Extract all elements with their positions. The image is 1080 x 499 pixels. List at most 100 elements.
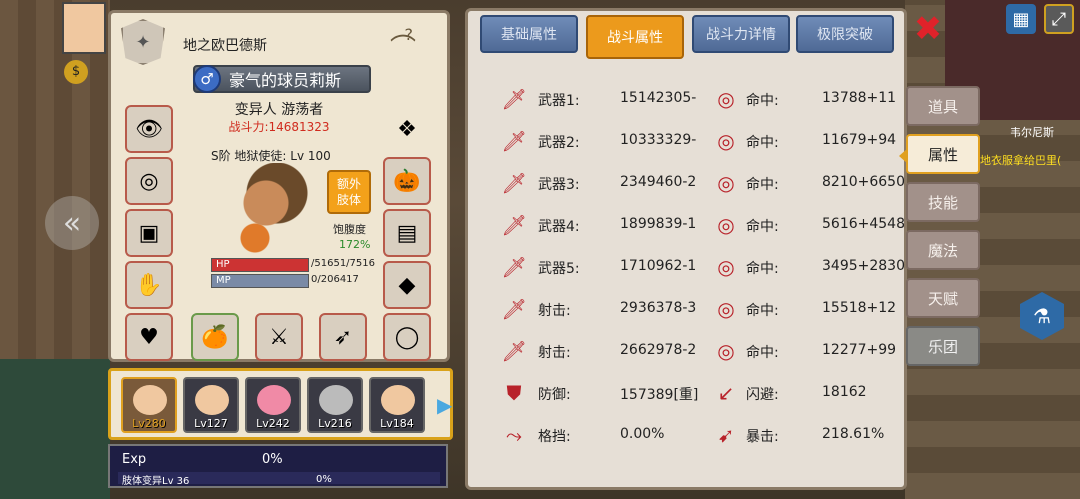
stat-value: 8210+6650 (822, 174, 905, 190)
weapon-slot[interactable]: ⚔ (255, 313, 303, 361)
active-pointer-icon (899, 148, 908, 164)
armor-slot[interactable]: ▣ (125, 209, 173, 257)
bow-slot[interactable]: ➶ (319, 313, 367, 361)
character-panel: ✦ 地之欧巴德斯 ? ⌒ ♂ 豪气的球员莉斯 变异人 游荡者 战斗力:146813… (108, 10, 450, 362)
stat-label: 防御: (538, 387, 571, 403)
stat-label: 命中: (746, 177, 779, 193)
stat-value: 2662978-2 (620, 342, 697, 358)
stat-value: 15518+12 (822, 300, 897, 316)
shooting-icon: 🗡 (501, 297, 527, 321)
member-level: Lv127 (194, 417, 228, 430)
tab-combat-attributes[interactable]: 战斗属性 (586, 15, 684, 59)
pet-slot[interactable]: ❖ (383, 105, 431, 153)
stat-label: 命中: (746, 135, 779, 151)
guild-emblem-icon: ✦ (121, 19, 165, 65)
boots-slot[interactable]: ◆ (383, 261, 431, 309)
stat-value: 18162 (822, 384, 867, 400)
player-mini-avatar[interactable] (62, 2, 106, 54)
nav-talent[interactable]: 天赋 (906, 278, 980, 318)
satiety-label: 饱腹度 (333, 223, 366, 236)
character-portrait (211, 163, 321, 263)
offhand-slot[interactable]: 🍊 (191, 313, 239, 361)
necklace-slot[interactable]: ◎ (125, 157, 173, 205)
tab-basic-attributes[interactable]: 基础属性 (480, 15, 578, 53)
critical-hit-icon: ➹ (717, 423, 735, 447)
member-level: Lv216 (318, 417, 352, 430)
block-icon: ⤳ (506, 423, 522, 447)
stat-row: 🗡 射击: 2662978-2 ◎ 命中: 12277+99 (468, 331, 904, 371)
stat-label: 射击: (538, 345, 571, 361)
member-avatar (257, 385, 291, 415)
scroll-left-arrow-icon[interactable]: « (45, 196, 99, 250)
male-gender-icon: ♂ (193, 65, 221, 93)
stat-label: 武器2: (538, 135, 580, 151)
stat-value: 1899839-1 (620, 216, 697, 232)
accuracy-icon: ◎ (717, 171, 735, 195)
team-member-2[interactable]: Lv127 (183, 377, 239, 433)
stat-row: 🗡 武器4: 1899839-1 ◎ 命中: 5616+4548 (468, 205, 905, 245)
help-icon: ? (404, 25, 414, 44)
stat-value: 2349460-2 (620, 174, 697, 190)
stat-label: 命中: (746, 93, 779, 109)
stat-label: 闪避: (746, 387, 779, 403)
stat-label: 命中: (746, 219, 779, 235)
weapon-icon: 🗡 (501, 213, 527, 237)
tab-power-detail[interactable]: 战斗力详情 (692, 15, 790, 53)
stat-label: 命中: (746, 303, 779, 319)
member-avatar (381, 385, 415, 415)
ring-slot[interactable]: ◯ (383, 313, 431, 361)
team-member-bar: Lv280 Lv127 Lv242 Lv216 Lv184 ▶ (108, 368, 453, 440)
nav-skills[interactable]: 技能 (906, 182, 980, 222)
team-member-1[interactable]: Lv280 (121, 377, 177, 433)
stat-value: 15142305- (620, 90, 697, 106)
hp-value: /51651/7516 (311, 258, 375, 269)
team-member-3[interactable]: Lv242 (245, 377, 301, 433)
mp-label: MP (216, 275, 231, 286)
member-level: Lv242 (256, 417, 290, 430)
stat-label: 命中: (746, 261, 779, 277)
expand-icon[interactable]: ⤢ (1044, 4, 1074, 34)
stat-value: 13788+11 (822, 90, 897, 106)
stat-value: 2936378-3 (620, 300, 697, 316)
extra-limb-button[interactable]: 额外 肢体 (327, 170, 371, 214)
potion-slot[interactable]: ♥ (125, 313, 173, 361)
quest-hint-label: 地衣服拿给巴里( (980, 154, 1062, 167)
accuracy-icon: ◎ (717, 129, 735, 153)
stat-row: 🗡 武器1: 15142305- ◎ 命中: 13788+11 (468, 79, 904, 119)
team-member-5[interactable]: Lv184 (369, 377, 425, 433)
player-name: 豪气的球员莉斯 (229, 71, 342, 90)
stat-label: 武器4: (538, 219, 580, 235)
accuracy-icon: ◎ (717, 339, 735, 363)
background-left-area (0, 0, 110, 499)
pumpkin-slot[interactable]: 🎃 (383, 157, 431, 205)
limb-mutation-percent: 0% (316, 474, 332, 485)
nav-magic[interactable]: 魔法 (906, 230, 980, 270)
tab-limit-break[interactable]: 极限突破 (796, 15, 894, 53)
chest-slot[interactable]: ▤ (383, 209, 431, 257)
helmet-slot[interactable]: 👁 (125, 105, 173, 153)
team-next-arrow-icon[interactable]: ▶ (437, 393, 452, 417)
accuracy-icon: ◎ (717, 87, 735, 111)
stat-value: 10333329- (620, 132, 697, 148)
nav-attributes-label: 属性 (927, 145, 958, 164)
stat-value: 5616+4548 (822, 216, 905, 232)
nav-band[interactable]: 乐团 (906, 326, 980, 366)
team-member-4[interactable]: Lv216 (307, 377, 363, 433)
stat-value: 12277+99 (822, 342, 897, 358)
close-icon[interactable]: ✖ (912, 12, 944, 46)
accuracy-icon: ◎ (717, 297, 735, 321)
weapon-icon: 🗡 (501, 171, 527, 195)
wardrobe-hanger-icon[interactable]: ? ⌒ (373, 25, 433, 65)
nav-attributes[interactable]: 属性 (899, 134, 980, 174)
stat-row: 🗡 武器5: 1710962-1 ◎ 命中: 3495+2830 (468, 247, 905, 287)
nav-items[interactable]: 道具 (906, 86, 980, 126)
rank-text: S阶 地狱使徒: Lv 100 (211, 149, 331, 163)
guild-name: 地之欧巴德斯 (183, 38, 267, 54)
stat-row: ⤳ 格挡: 0.00% ➹ 暴击: 218.61% (468, 415, 904, 455)
member-avatar (195, 385, 229, 415)
stat-row: 🗡 射击: 2936378-3 ◎ 命中: 15518+12 (468, 289, 904, 329)
stat-label: 武器1: (538, 93, 580, 109)
gloves-slot[interactable]: ✋ (125, 261, 173, 309)
network-icon[interactable]: ▦ (1006, 4, 1036, 34)
shield-icon: ⛊ (506, 381, 522, 405)
